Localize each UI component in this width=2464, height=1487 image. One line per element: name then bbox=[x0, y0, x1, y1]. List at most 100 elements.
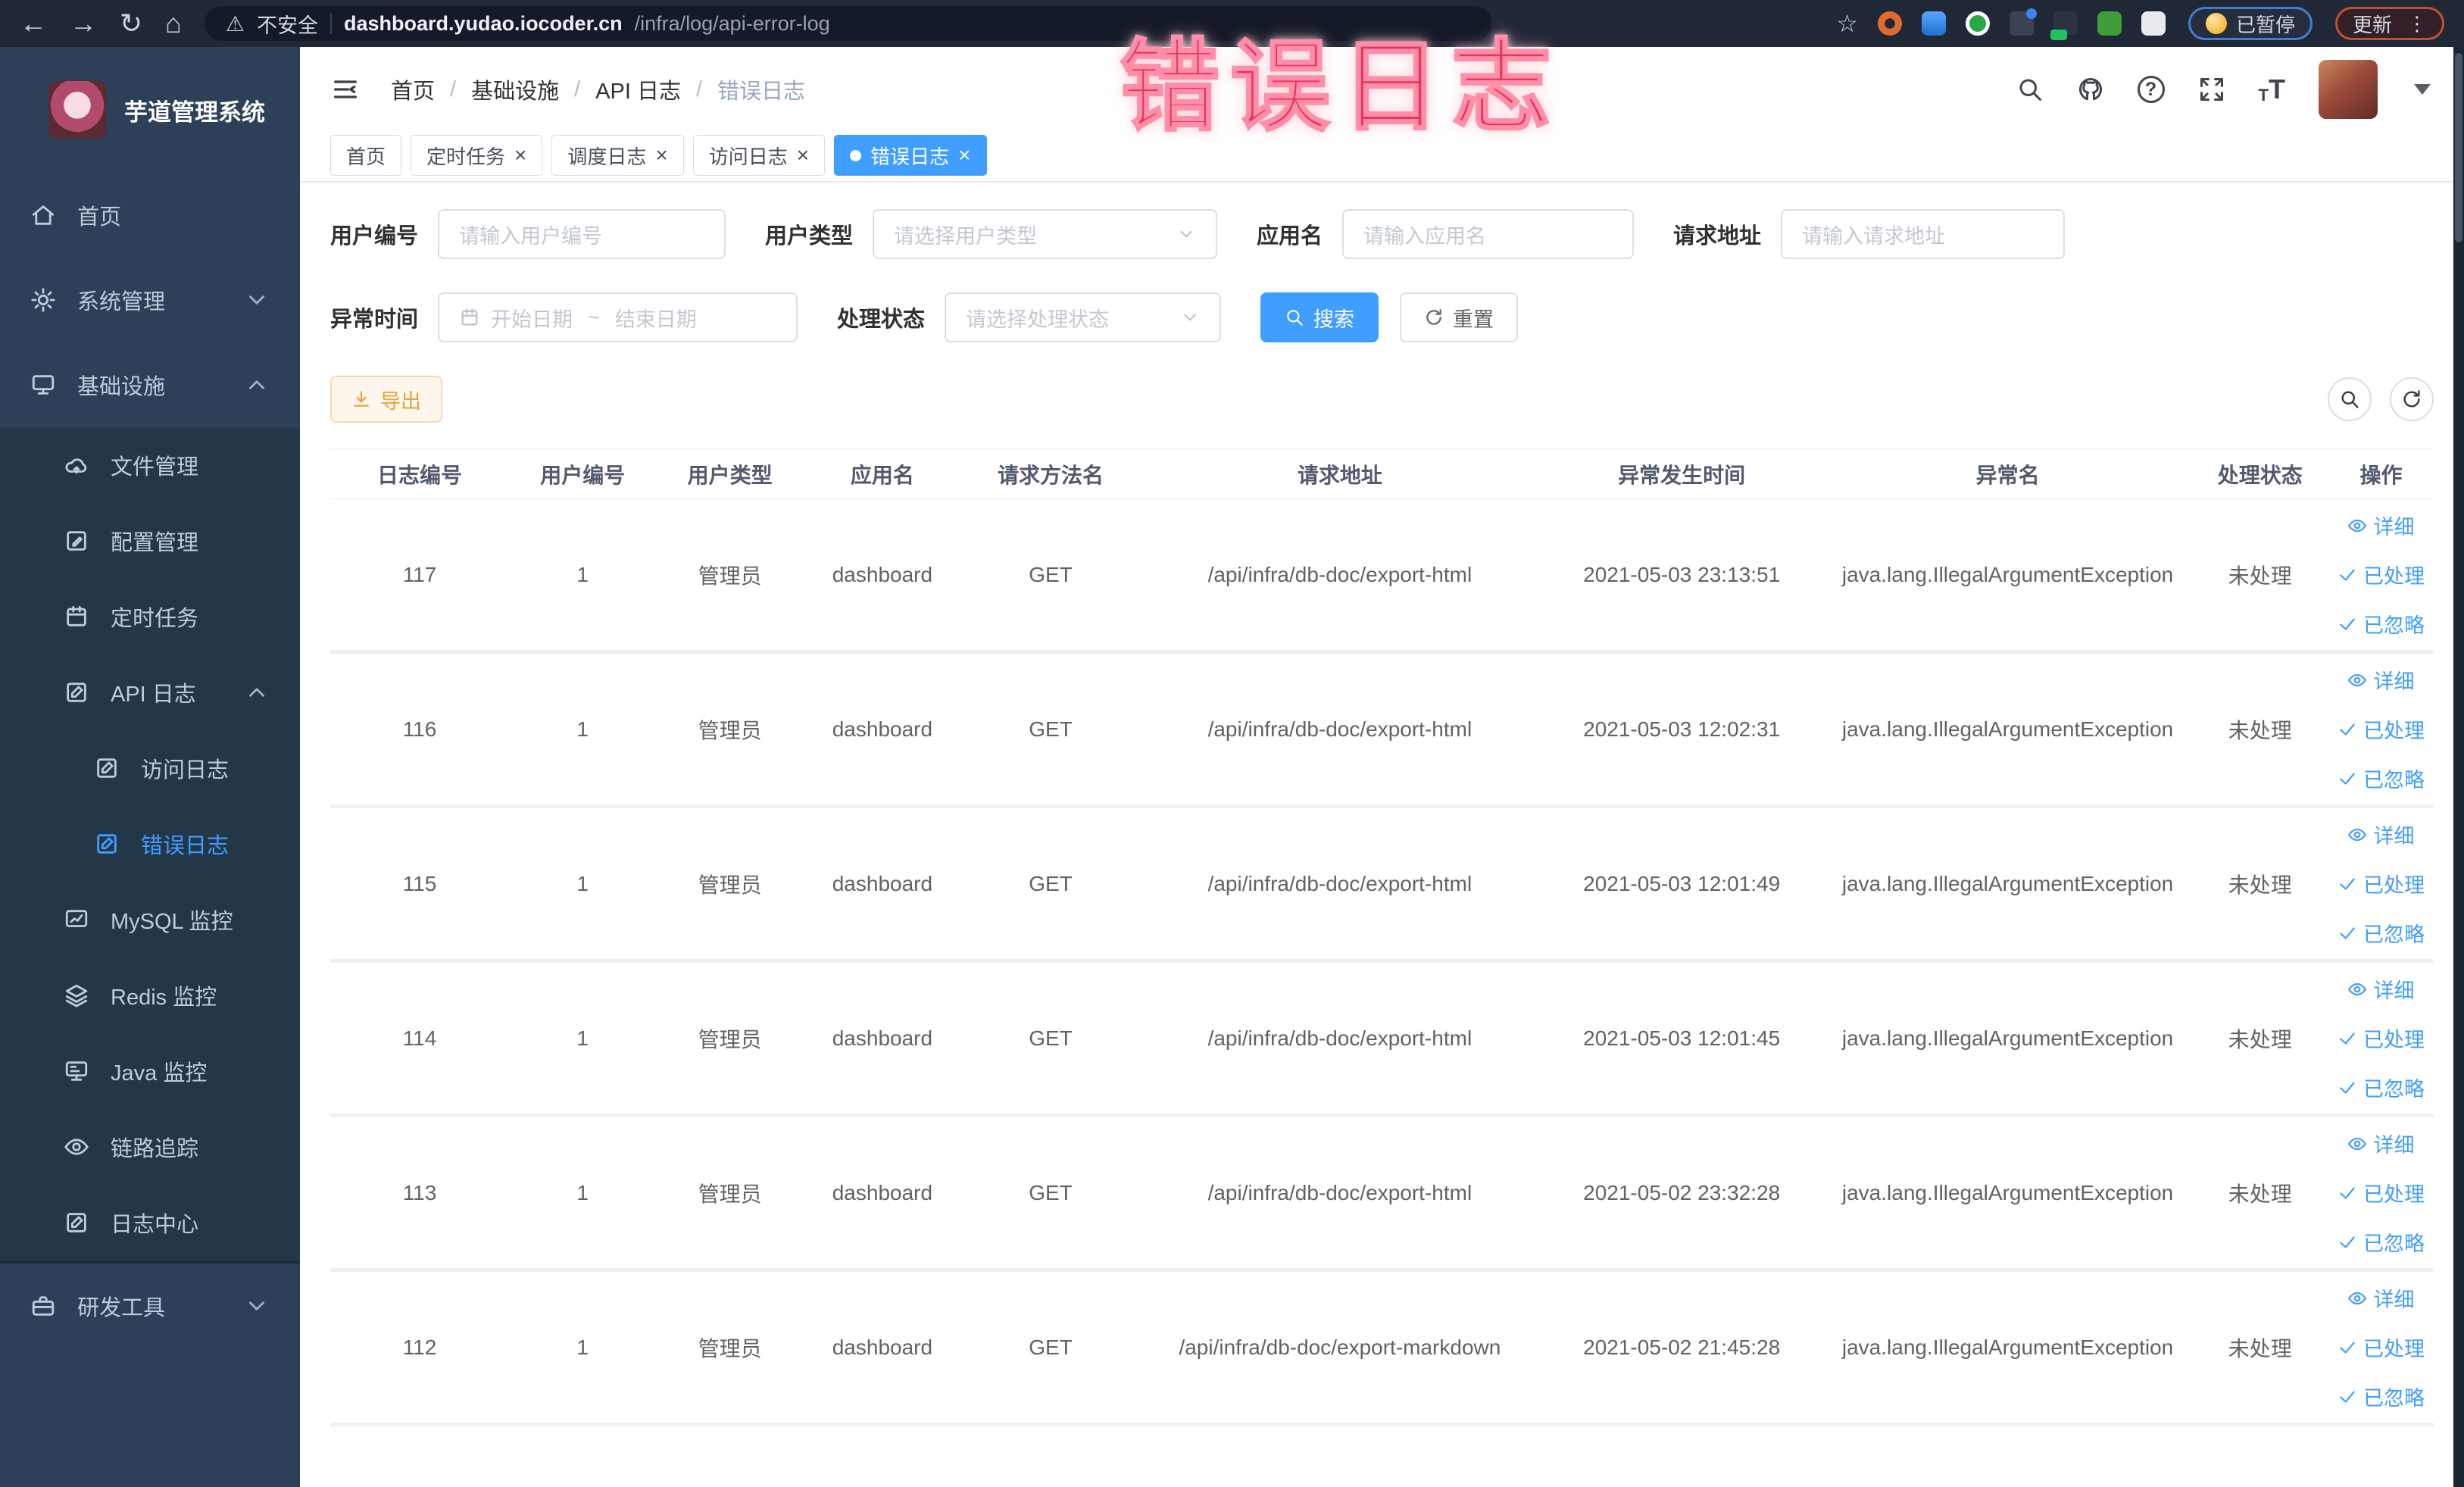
process-status-select[interactable]: 请选择处理状态 bbox=[945, 292, 1222, 342]
security-label[interactable]: 不安全 bbox=[257, 9, 318, 39]
breadcrumb-item[interactable]: 基础设施 bbox=[471, 73, 559, 105]
sidebar-logo[interactable]: 芋道管理系统 bbox=[0, 47, 300, 173]
sidebar-item-13[interactable]: 日志中心 bbox=[0, 1185, 300, 1261]
check-icon bbox=[2338, 874, 2357, 894]
sidebar-item-12[interactable]: 链路追踪 bbox=[0, 1109, 300, 1185]
sidebar-item-10[interactable]: Redis 监控 bbox=[0, 957, 300, 1033]
action-ignored[interactable]: 已忽略 bbox=[2338, 1073, 2425, 1102]
fullscreen-icon[interactable] bbox=[2198, 76, 2225, 103]
browser-menu-icon[interactable]: ⋮ bbox=[2407, 12, 2427, 36]
sidebar-item-2[interactable]: 基础设施 bbox=[0, 342, 300, 427]
action-detail[interactable]: 详细 bbox=[2347, 820, 2414, 849]
edit-icon bbox=[64, 528, 89, 554]
sidebar-item-label: 日志中心 bbox=[111, 1213, 199, 1237]
breadcrumb-item[interactable]: 首页 bbox=[391, 73, 435, 105]
font-size-icon[interactable]: TT bbox=[2259, 73, 2285, 105]
breadcrumb-item[interactable]: 错误日志 bbox=[717, 73, 805, 105]
tab-访问日志[interactable]: 访问日志 × bbox=[692, 135, 826, 176]
sidebar-item-4[interactable]: 配置管理 bbox=[0, 503, 300, 579]
cell-status: 未处理 bbox=[2228, 1182, 2292, 1206]
java-icon bbox=[64, 1058, 89, 1084]
tab-定时任务[interactable]: 定时任务 × bbox=[411, 135, 543, 176]
sidebar-item-6[interactable]: API 日志 bbox=[0, 654, 300, 730]
tab-调度日志[interactable]: 调度日志 × bbox=[551, 135, 684, 176]
cell-status: 未处理 bbox=[2228, 564, 2292, 588]
action-processed[interactable]: 已处理 bbox=[2338, 714, 2425, 744]
back-icon[interactable]: ← bbox=[20, 10, 47, 37]
infra-icon bbox=[30, 372, 56, 398]
user-type-select[interactable]: 请选择用户类型 bbox=[873, 209, 1218, 259]
app-name-input[interactable]: 请输入应用名 bbox=[1342, 209, 1635, 259]
action-processed[interactable]: 已处理 bbox=[2338, 1178, 2425, 1207]
sidebar-item-14[interactable]: 研发工具 bbox=[0, 1264, 300, 1348]
extension-icon[interactable] bbox=[2050, 11, 2078, 40]
sidebar-item-0[interactable]: 首页 bbox=[0, 173, 300, 258]
collapse-menu-icon[interactable] bbox=[330, 74, 361, 105]
close-icon[interactable]: × bbox=[514, 145, 526, 166]
home-icon[interactable]: ⌂ bbox=[165, 10, 182, 37]
cell-app: dashboard bbox=[832, 1026, 933, 1050]
breadcrumb-item[interactable]: API 日志 bbox=[595, 73, 681, 105]
sidebar-item-label: 首页 bbox=[77, 205, 122, 230]
sidebar-item-9[interactable]: MySQL 监控 bbox=[0, 882, 300, 957]
user-id-input[interactable]: 请输入用户编号 bbox=[438, 209, 726, 259]
extensions-puzzle-icon[interactable] bbox=[2141, 11, 2166, 36]
search-button[interactable]: 搜索 bbox=[1260, 292, 1379, 342]
action-detail[interactable]: 详细 bbox=[2347, 665, 2414, 695]
extension-icon[interactable] bbox=[1877, 11, 1902, 36]
sidebar-item-7[interactable]: 访问日志 bbox=[0, 730, 300, 806]
content: 用户编号 请输入用户编号 用户类型 请选择用户类型 应用名 请输入应用名 请求地… bbox=[300, 182, 2464, 1426]
action-detail[interactable]: 详细 bbox=[2347, 1129, 2414, 1158]
cell-id: 113 bbox=[402, 1180, 437, 1204]
action-ignored[interactable]: 已忽略 bbox=[2338, 609, 2425, 639]
forward-icon[interactable]: → bbox=[70, 10, 97, 37]
extension-icon[interactable] bbox=[2097, 11, 2122, 36]
sidebar-item-11[interactable]: Java 监控 bbox=[0, 1033, 300, 1109]
toggle-search-button[interactable] bbox=[2328, 377, 2372, 421]
reload-icon[interactable]: ↻ bbox=[120, 10, 142, 37]
action-detail[interactable]: 详细 bbox=[2347, 511, 2414, 540]
action-processed[interactable]: 已处理 bbox=[2338, 1332, 2425, 1362]
request-url-input[interactable]: 请输入请求地址 bbox=[1781, 209, 2066, 259]
exception-time-range-input[interactable]: 开始日期 ~ 结束日期 bbox=[438, 292, 798, 342]
action-detail[interactable]: 详细 bbox=[2347, 974, 2414, 1004]
caret-down-icon[interactable] bbox=[2414, 84, 2431, 95]
active-tab-dot-icon bbox=[850, 149, 862, 161]
action-ignored[interactable]: 已忽略 bbox=[2338, 918, 2425, 948]
update-button[interactable]: 更新 ⋮ bbox=[2334, 7, 2444, 40]
extension-icon[interactable] bbox=[2009, 8, 2037, 36]
action-ignored[interactable]: 已忽略 bbox=[2338, 764, 2425, 793]
bookmark-star-icon[interactable]: ☆ bbox=[1836, 9, 1858, 38]
tab-首页[interactable]: 首页 bbox=[330, 135, 402, 176]
tab-错误日志[interactable]: 错误日志 × bbox=[834, 135, 987, 176]
paused-badge[interactable]: 已暂停 bbox=[2188, 7, 2313, 40]
emoji-face-icon bbox=[2205, 13, 2227, 34]
reset-button[interactable]: 重置 bbox=[1400, 292, 1519, 342]
help-icon[interactable]: ? bbox=[2137, 76, 2165, 103]
action-processed[interactable]: 已处理 bbox=[2338, 869, 2425, 898]
action-ignored[interactable]: 已忽略 bbox=[2338, 1382, 2425, 1411]
sidebar-item-8[interactable]: 错误日志 bbox=[0, 806, 300, 882]
page-scrollbar[interactable] bbox=[2453, 47, 2464, 1487]
action-processed[interactable]: 已处理 bbox=[2338, 560, 2425, 589]
extension-icon[interactable] bbox=[1965, 11, 1990, 36]
extension-icon[interactable] bbox=[1921, 11, 1946, 36]
close-icon[interactable]: × bbox=[655, 145, 667, 166]
refresh-table-button[interactable] bbox=[2390, 377, 2434, 421]
close-icon[interactable]: × bbox=[958, 145, 970, 166]
sidebar-item-3[interactable]: 文件管理 bbox=[0, 427, 300, 503]
github-icon[interactable] bbox=[2077, 76, 2104, 103]
scrollbar-thumb[interactable] bbox=[2455, 53, 2462, 242]
column-header: 请求方法名 bbox=[998, 463, 1104, 487]
action-ignored[interactable]: 已忽略 bbox=[2338, 1227, 2425, 1257]
sidebar-item-5[interactable]: 定时任务 bbox=[0, 579, 300, 654]
log-icon bbox=[94, 831, 120, 857]
sidebar-item-1[interactable]: 系统管理 bbox=[0, 258, 300, 342]
export-button[interactable]: 导出 bbox=[330, 376, 442, 423]
close-icon[interactable]: × bbox=[797, 145, 809, 166]
avatar[interactable] bbox=[2319, 60, 2378, 119]
action-processed[interactable]: 已处理 bbox=[2338, 1023, 2425, 1053]
search-icon[interactable] bbox=[2016, 76, 2044, 103]
action-detail[interactable]: 详细 bbox=[2347, 1283, 2414, 1313]
cell-actions: 详细 已处理 已忽略 bbox=[2328, 511, 2434, 639]
